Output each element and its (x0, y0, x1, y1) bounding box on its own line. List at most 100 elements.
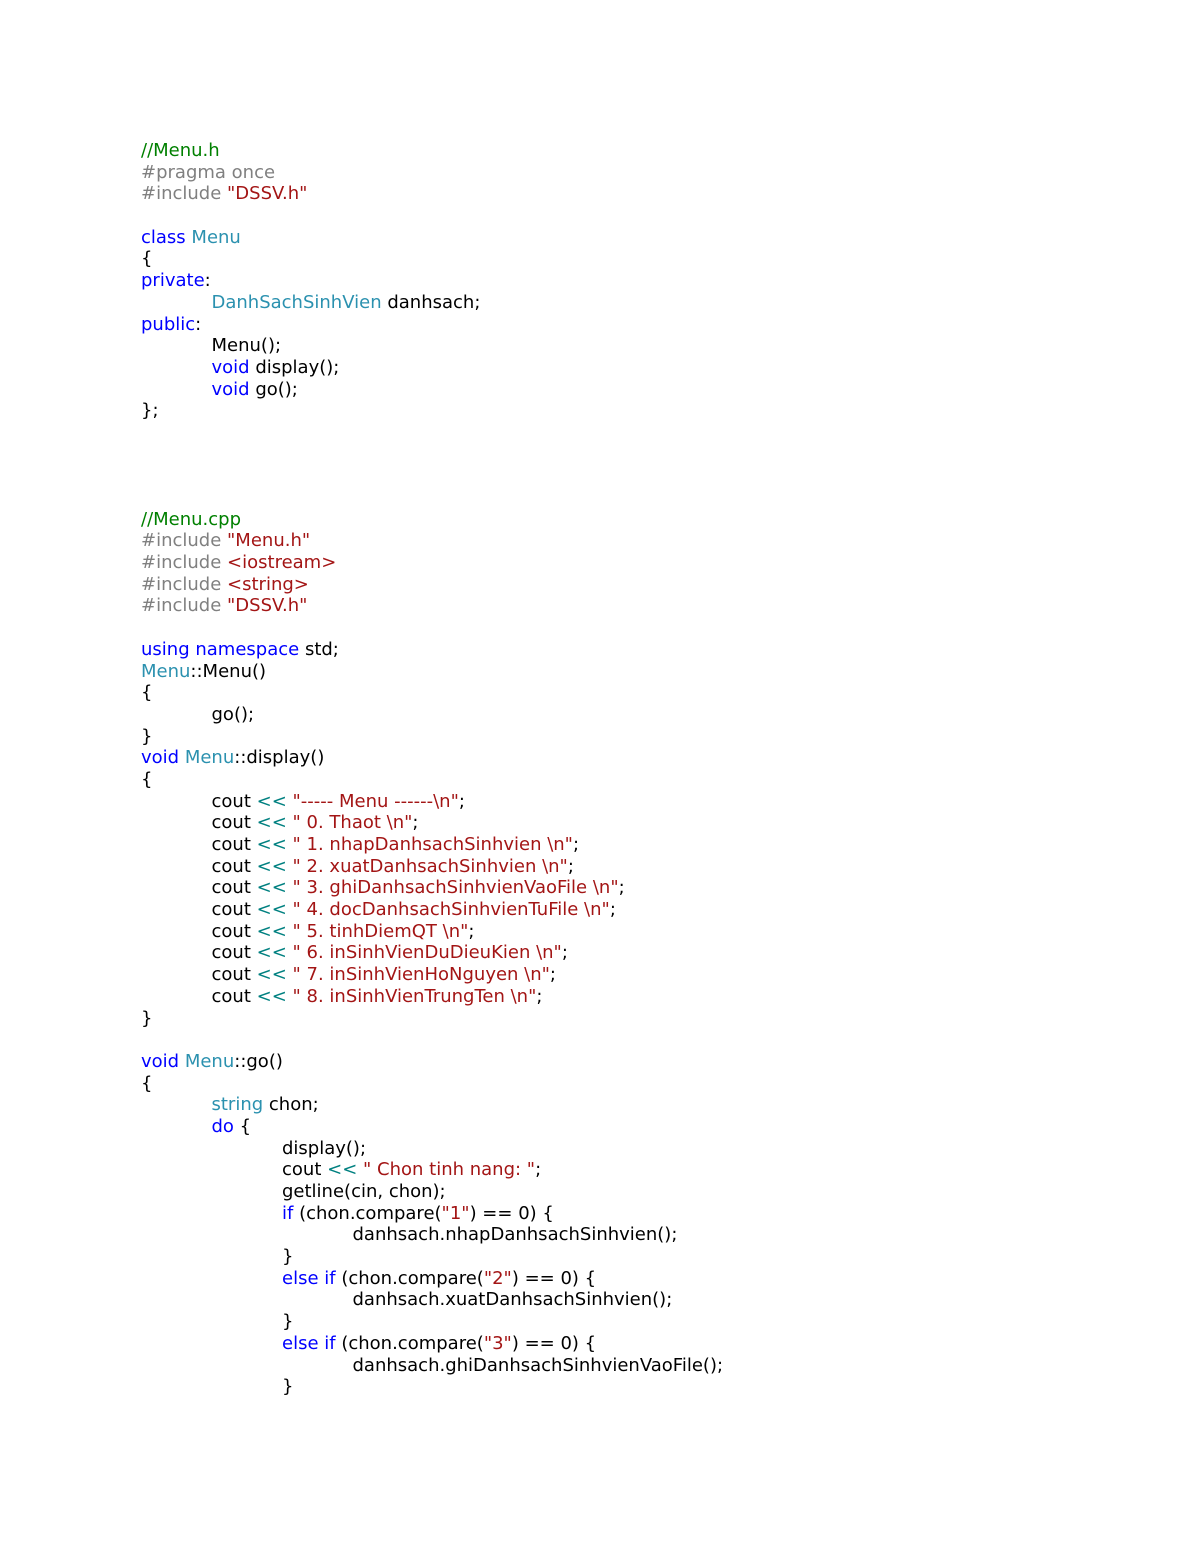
code-token: #include (141, 530, 228, 552)
code-token: void (211, 378, 250, 400)
code-line: { (141, 682, 723, 704)
code-token: << (256, 899, 287, 921)
code-token: << (256, 855, 287, 877)
code-line: danhsach.xuatDanhsachSinhvien(); (141, 1289, 723, 1311)
code-token: " 1. nhapDanhsachSinhvien \n" (292, 834, 573, 855)
code-token: << (256, 812, 287, 834)
code-token: { (141, 1072, 153, 1094)
code-token: " 2. xuatDanhsachSinhvien \n" (292, 855, 568, 877)
code-line: cout << " 8. inSinhVienTrungTen \n"; (141, 986, 723, 1008)
code-line: } (141, 1008, 723, 1030)
code-line: DanhSachSinhVien danhsach; (141, 292, 723, 314)
code-token: : (195, 313, 202, 335)
code-line: cout << " 6. inSinhVienDuDieuKien \n"; (141, 942, 723, 964)
code-listing: //Menu.h #pragma once #include "DSSV.h" cla… (141, 140, 723, 1398)
code-token: "1" (441, 1202, 470, 1224)
code-token: cout (211, 790, 257, 812)
code-token: void (141, 747, 180, 769)
code-token: if (282, 1202, 294, 1224)
code-token: } (282, 1376, 294, 1398)
code-token: using (141, 638, 190, 660)
code-token: " 5. tinhDiemQT \n" (292, 920, 469, 942)
code-token: cout (211, 899, 257, 921)
code-token: { (141, 682, 153, 704)
code-token: "2" (483, 1267, 512, 1289)
code-token: << (256, 964, 287, 986)
code-token: cout (211, 985, 257, 1007)
code-token: //Menu.h (141, 140, 220, 161)
code-line: void Menu::display() (141, 747, 723, 769)
code-line: cout << " 1. nhapDanhsachSinhvien \n"; (141, 834, 723, 856)
code-token: } (141, 725, 153, 747)
code-line: class Menu (141, 227, 723, 249)
code-token: if (324, 1267, 336, 1289)
code-token: danhsach; (381, 291, 481, 313)
code-line: } (141, 1311, 723, 1333)
code-token: (chon.compare( (335, 1267, 484, 1289)
code-line: display(); (141, 1138, 723, 1160)
code-token: } (282, 1311, 294, 1333)
code-line: else if (chon.compare("3") == 0) { (141, 1333, 723, 1355)
code-token: " 8. inSinhVienTrungTen \n" (292, 985, 537, 1007)
code-token: } (282, 1246, 294, 1268)
code-token: Menu(); (211, 335, 282, 357)
code-line: Menu(); (141, 335, 723, 357)
code-token: } (141, 1007, 153, 1029)
code-line: { (141, 1073, 723, 1095)
code-token: ; (458, 790, 465, 812)
code-token: " Chon tinh nang: " (363, 1159, 536, 1181)
code-token: ; (468, 920, 475, 942)
code-token: ; (618, 877, 625, 899)
code-token: cout (211, 812, 257, 834)
code-token: getline(cin, chon); (282, 1181, 446, 1202)
code-token: Menu (184, 1050, 235, 1072)
code-token: "3" (483, 1332, 512, 1354)
code-token: ) == 0) { (511, 1332, 597, 1354)
code-token: "DSSV.h" (227, 183, 308, 205)
code-token: ::Menu() (190, 660, 267, 682)
code-token: else (282, 1332, 319, 1354)
code-line: using namespace std; (141, 639, 723, 661)
code-token: danhsach.nhapDanhsachSinhvien(); (352, 1224, 678, 1246)
code-line: cout << " 2. xuatDanhsachSinhvien \n"; (141, 856, 723, 878)
code-token: ; (412, 812, 419, 834)
code-token: { (141, 248, 153, 270)
code-token: danhsach.ghiDanhsachSinhvienVaoFile(); (352, 1354, 724, 1376)
code-line: Menu::Menu() (141, 661, 723, 683)
code-token: << (256, 834, 287, 855)
code-line: string chon; (141, 1094, 723, 1116)
code-token: #include (141, 595, 228, 617)
code-token: string (211, 1094, 264, 1116)
code-line: }; (141, 400, 723, 422)
code-token: ; (536, 985, 543, 1007)
code-token: danhsach.xuatDanhsachSinhvien(); (352, 1289, 673, 1311)
code-line: #include "DSSV.h" (141, 595, 723, 617)
code-token: //Menu.cpp (141, 508, 242, 530)
code-line: void display(); (141, 357, 723, 379)
code-line: danhsach.ghiDanhsachSinhvienVaoFile(); (141, 1354, 724, 1377)
code-line: #include "Menu.h" (141, 530, 723, 552)
code-token: : (204, 270, 211, 292)
code-line: cout << " 3. ghiDanhsachSinhvienVaoFile … (141, 877, 723, 899)
code-token: " 6. inSinhVienDuDieuKien \n" (292, 942, 562, 964)
code-token: ; (561, 942, 568, 964)
code-token: #include (141, 183, 228, 205)
code-token: ::go() (234, 1050, 283, 1072)
code-line: } (141, 726, 723, 748)
code-token: ) == 0) { (511, 1267, 597, 1289)
code-token: ::display() (234, 747, 325, 769)
code-token: display(); (249, 356, 340, 378)
code-token: { (233, 1115, 252, 1137)
code-token: public (141, 313, 196, 335)
code-line: cout << " 7. inSinhVienHoNguyen \n"; (141, 964, 723, 986)
code-line: cout << " Chon tinh nang: "; (141, 1159, 723, 1181)
code-token: "Menu.h" (227, 530, 311, 552)
code-line: void Menu::go() (141, 1051, 723, 1073)
code-token: }; (141, 400, 159, 422)
code-line: danhsach.nhapDanhsachSinhvien(); (141, 1224, 723, 1246)
code-token: cout (211, 834, 257, 855)
code-line: cout << "----- Menu ------\n"; (141, 791, 723, 813)
code-token: " 3. ghiDanhsachSinhvienVaoFile \n" (292, 877, 619, 899)
